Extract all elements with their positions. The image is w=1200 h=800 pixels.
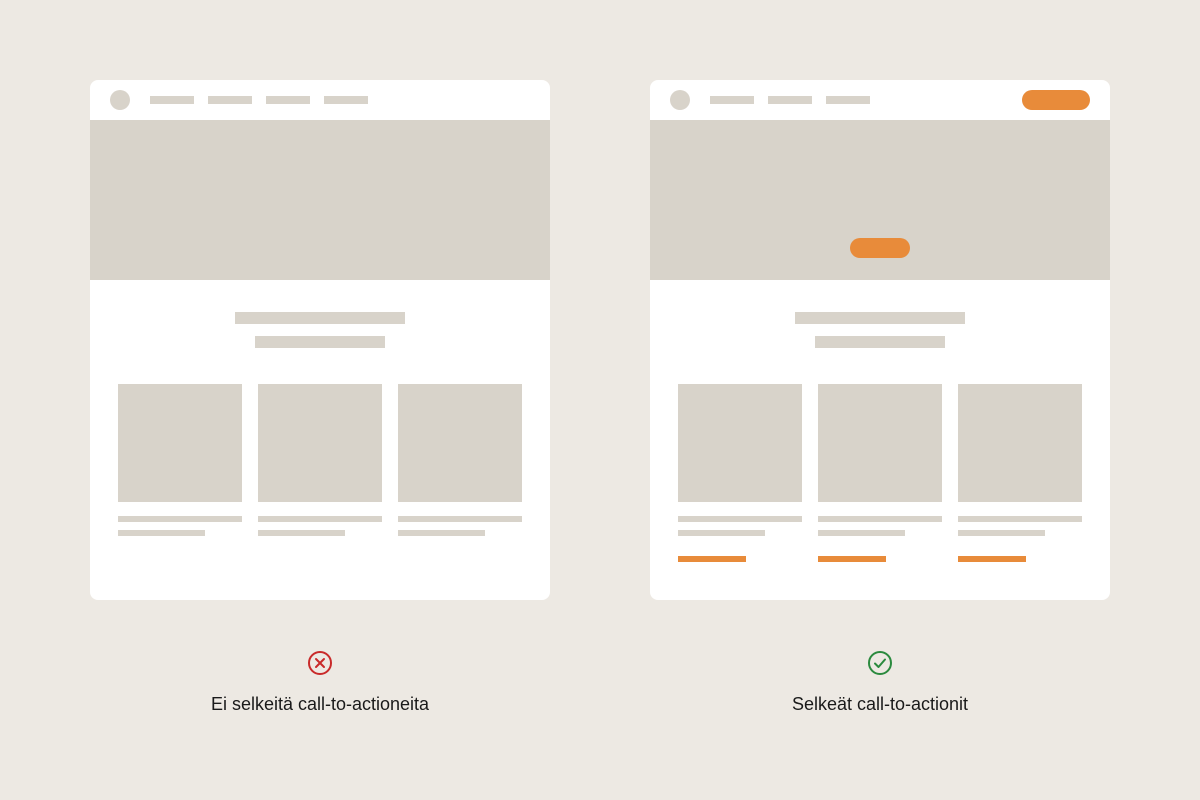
logo-placeholder bbox=[110, 90, 130, 110]
nav-link-placeholder bbox=[150, 96, 194, 104]
hero-cta-button[interactable] bbox=[850, 238, 910, 258]
content-section bbox=[650, 280, 1110, 562]
cards-row bbox=[118, 384, 522, 536]
subheading-placeholder bbox=[815, 336, 945, 348]
card-image-placeholder bbox=[258, 384, 382, 502]
card-text-placeholder bbox=[818, 530, 905, 536]
cards-row bbox=[678, 384, 1082, 562]
card-image-placeholder bbox=[818, 384, 942, 502]
card-text-placeholder bbox=[818, 516, 942, 522]
heading-placeholder bbox=[795, 312, 965, 324]
card-cta-link[interactable] bbox=[818, 556, 886, 562]
labels-row: Ei selkeitä call-to-actioneita Selkeät c… bbox=[60, 650, 1140, 715]
card-text-placeholder bbox=[118, 516, 242, 522]
heading-placeholder bbox=[235, 312, 405, 324]
logo-placeholder bbox=[670, 90, 690, 110]
card-image-placeholder bbox=[958, 384, 1082, 502]
label-bad: Ei selkeitä call-to-actioneita bbox=[90, 650, 550, 715]
label-text: Ei selkeitä call-to-actioneita bbox=[211, 694, 429, 715]
nav-link-placeholder bbox=[768, 96, 812, 104]
card-text-placeholder bbox=[678, 516, 802, 522]
card-text-placeholder bbox=[118, 530, 205, 536]
label-good: Selkeät call-to-actionit bbox=[650, 650, 1110, 715]
card bbox=[258, 384, 382, 536]
hero-placeholder bbox=[650, 120, 1110, 280]
card-text-placeholder bbox=[678, 530, 765, 536]
mockup-good bbox=[650, 80, 1110, 600]
card-text-placeholder bbox=[398, 530, 485, 536]
card-image-placeholder bbox=[678, 384, 802, 502]
nav-links bbox=[150, 96, 368, 104]
card-cta-link[interactable] bbox=[958, 556, 1026, 562]
nav-link-placeholder bbox=[324, 96, 368, 104]
error-icon bbox=[307, 650, 333, 676]
nav-link-placeholder bbox=[826, 96, 870, 104]
card-text-placeholder bbox=[258, 516, 382, 522]
success-icon bbox=[867, 650, 893, 676]
card bbox=[818, 384, 942, 562]
nav-link-placeholder bbox=[208, 96, 252, 104]
subheading-placeholder bbox=[255, 336, 385, 348]
card-text-placeholder bbox=[958, 516, 1082, 522]
card bbox=[958, 384, 1082, 562]
card-image-placeholder bbox=[398, 384, 522, 502]
card bbox=[678, 384, 802, 562]
label-text: Selkeät call-to-actionit bbox=[792, 694, 968, 715]
card-image-placeholder bbox=[118, 384, 242, 502]
card-text-placeholder bbox=[398, 516, 522, 522]
nav-link-placeholder bbox=[710, 96, 754, 104]
nav-links bbox=[710, 96, 870, 104]
mockup-header bbox=[90, 80, 550, 120]
hero-placeholder bbox=[90, 120, 550, 280]
comparison-row bbox=[60, 80, 1140, 600]
card-text-placeholder bbox=[258, 530, 345, 536]
header-cta-button[interactable] bbox=[1022, 90, 1090, 110]
card bbox=[118, 384, 242, 536]
card-cta-link[interactable] bbox=[678, 556, 746, 562]
card-text-placeholder bbox=[958, 530, 1045, 536]
mockup-bad bbox=[90, 80, 550, 600]
content-section bbox=[90, 280, 550, 536]
card bbox=[398, 384, 522, 536]
mockup-header bbox=[650, 80, 1110, 120]
nav-link-placeholder bbox=[266, 96, 310, 104]
